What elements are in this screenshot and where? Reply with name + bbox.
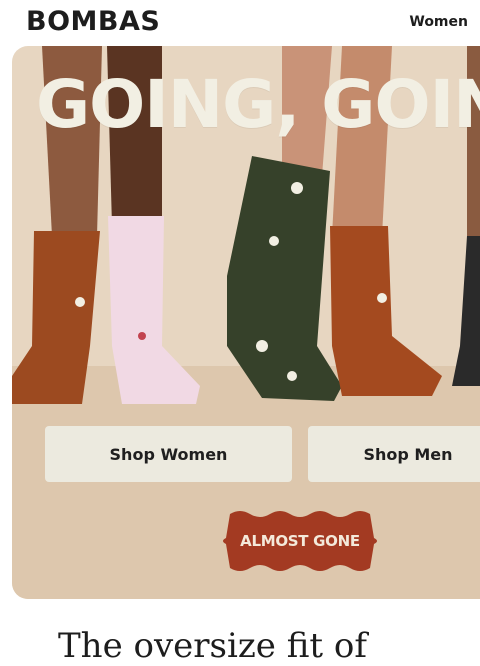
- hero-banner[interactable]: GOING, GOING Shop Women Shop Men ALMOST …: [12, 46, 480, 599]
- brand-logo[interactable]: BOMBAS: [26, 6, 160, 37]
- shop-men-button[interactable]: Shop Men: [308, 426, 480, 482]
- site-header: BOMBAS Women: [0, 0, 480, 46]
- almost-gone-badge: ALMOST GONE: [220, 508, 380, 574]
- badge-label: ALMOST GONE: [240, 532, 360, 550]
- nav-women-link[interactable]: Women: [409, 14, 468, 30]
- shop-women-button[interactable]: Shop Women: [45, 426, 292, 482]
- section-heading: The oversize fit of: [58, 626, 367, 666]
- hero-headline: GOING, GOING: [36, 66, 480, 143]
